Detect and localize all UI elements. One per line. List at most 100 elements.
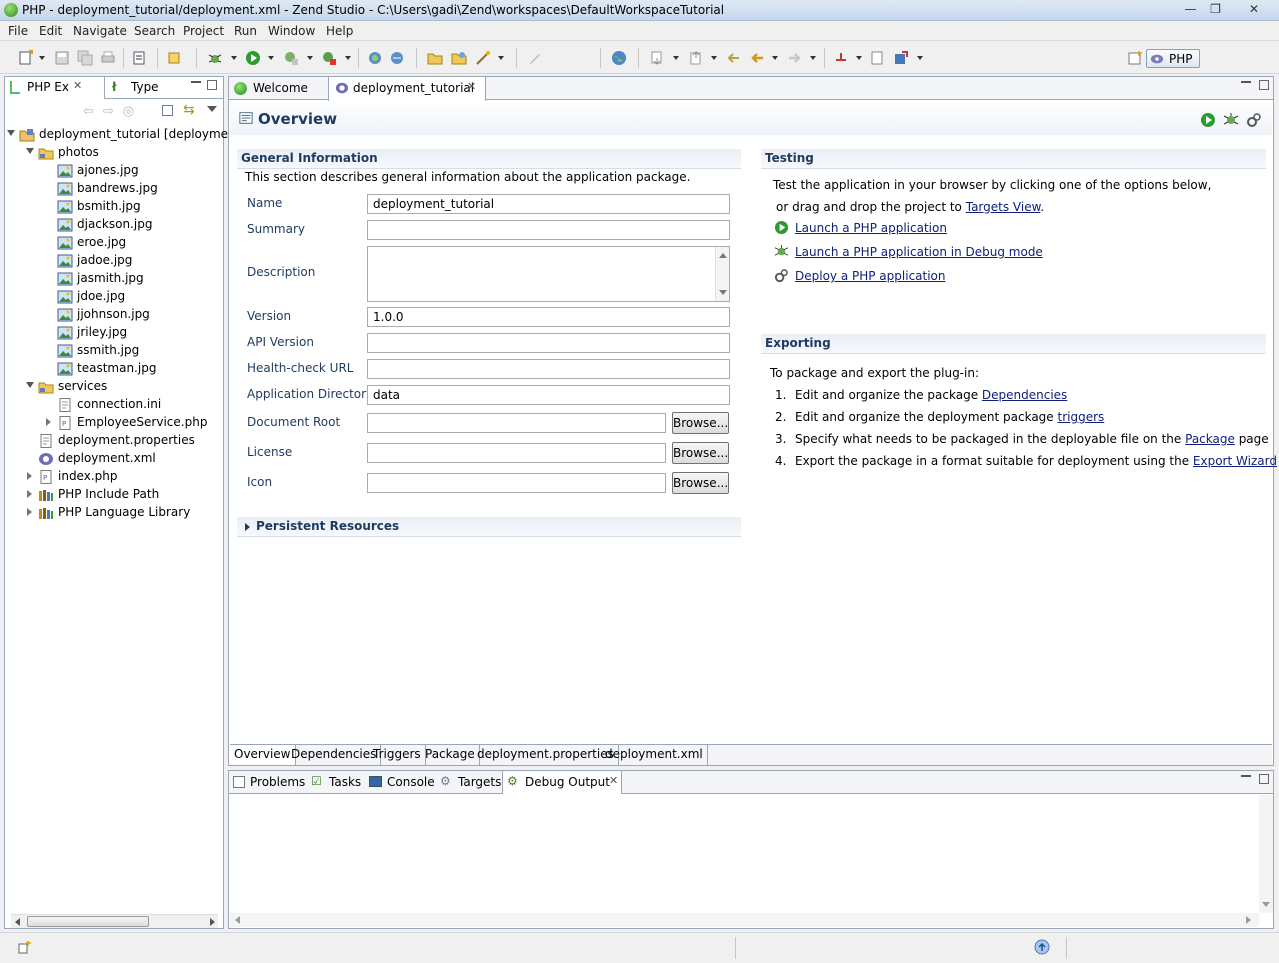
name-input[interactable]: deployment_tutorial: [367, 194, 730, 214]
export-step-link[interactable]: Dependencies: [982, 388, 1067, 402]
deploy-php-application-link[interactable]: Deploy a PHP application: [795, 269, 946, 283]
debug-launch-icon[interactable]: [1223, 112, 1239, 128]
collapse-arrow-icon[interactable]: [26, 382, 34, 388]
scroll-left-arrow-icon[interactable]: [15, 918, 20, 926]
menu-help[interactable]: Help: [326, 24, 353, 38]
update-notification-icon[interactable]: [1034, 939, 1050, 955]
forward-icon[interactable]: [787, 50, 803, 66]
summary-input[interactable]: [367, 220, 730, 240]
save-icon[interactable]: [54, 50, 70, 66]
description-scrollbar[interactable]: [715, 247, 729, 301]
launch-debug-mode-link[interactable]: Launch a PHP application in Debug mode: [795, 245, 1043, 259]
page-tab-deployment-properties[interactable]: deployment.properties: [473, 745, 619, 765]
page-tab-deployment-xml[interactable]: deployment.xml: [601, 745, 708, 765]
debug-url-icon[interactable]: [367, 50, 383, 66]
minimize-button[interactable]: —: [1178, 1, 1203, 18]
horizontal-scrollbar[interactable]: [11, 914, 218, 928]
horizontal-scrollbar[interactable]: [230, 913, 1259, 927]
close-icon[interactable]: ✕: [467, 80, 476, 93]
open-folder-icon[interactable]: [427, 50, 443, 66]
fast-view-icon[interactable]: [16, 939, 32, 955]
minimize-view-icon[interactable]: [1241, 774, 1251, 777]
maximize-view-icon[interactable]: [207, 80, 217, 90]
menu-project[interactable]: Project: [183, 24, 224, 38]
profile-url-icon[interactable]: [389, 50, 405, 66]
deploy-icon[interactable]: [893, 50, 909, 66]
debug-output-area[interactable]: [230, 795, 1260, 910]
export-step-link[interactable]: Package: [1185, 432, 1235, 446]
pin-icon[interactable]: [833, 50, 849, 66]
open-type-icon[interactable]: [166, 50, 182, 66]
close-window-button[interactable]: ✕: [1240, 1, 1268, 18]
debug-icon[interactable]: [207, 50, 223, 66]
application-directory-input[interactable]: data: [367, 385, 730, 405]
license-browse-button[interactable]: Browse...: [672, 442, 729, 464]
document-root-browse-button[interactable]: Browse...: [672, 412, 729, 434]
page-tab-package[interactable]: Package: [421, 745, 480, 765]
minimize-editor-icon[interactable]: [1241, 80, 1251, 83]
expand-arrow-icon[interactable]: [27, 490, 32, 498]
collapse-arrow-icon[interactable]: [7, 130, 15, 136]
tab-problems[interactable]: Problems: [229, 771, 306, 794]
external-tools-icon[interactable]: [321, 50, 337, 66]
scroll-up-arrow-icon[interactable]: [719, 253, 727, 258]
php-perspective-button[interactable]: PHP: [1146, 49, 1200, 68]
tab-php-explorer[interactable]: PHP Ex ✕: [5, 77, 105, 99]
scroll-down-arrow-icon[interactable]: [1262, 902, 1270, 907]
next-annotation-icon[interactable]: [649, 50, 665, 66]
api-version-input[interactable]: [367, 333, 730, 353]
link-with-editor-icon[interactable]: ⇆: [183, 102, 195, 118]
persistent-resources-section[interactable]: Persistent Resources: [237, 517, 741, 537]
vertical-scrollbar[interactable]: [1259, 795, 1273, 913]
open-perspective-icon[interactable]: [1127, 50, 1143, 66]
icon-input[interactable]: [367, 473, 666, 493]
close-icon[interactable]: ✕: [73, 79, 82, 92]
launch-php-application-link[interactable]: Launch a PHP application: [795, 221, 947, 235]
scroll-left-arrow-icon[interactable]: [235, 916, 240, 924]
menu-window[interactable]: Window: [268, 24, 315, 38]
previous-annotation-icon[interactable]: [688, 50, 704, 66]
collapse-all-icon[interactable]: [162, 105, 173, 116]
icon-browse-button[interactable]: Browse...: [672, 472, 729, 494]
tab-console[interactable]: Console: [365, 771, 435, 794]
globe-icon[interactable]: [611, 50, 627, 66]
collapse-arrow-icon[interactable]: [26, 148, 34, 154]
menu-run[interactable]: Run: [234, 24, 257, 38]
page-tab-triggers[interactable]: Triggers: [369, 745, 426, 765]
description-textarea[interactable]: [367, 246, 730, 302]
page-tab-overview[interactable]: Overview: [230, 745, 296, 765]
page-tab-dependencies[interactable]: Dependencies: [287, 745, 382, 765]
scroll-down-arrow-icon[interactable]: [719, 290, 727, 295]
run-icon[interactable]: [245, 50, 261, 66]
new-icon[interactable]: [18, 50, 34, 66]
back-icon[interactable]: [749, 50, 765, 66]
tab-targets[interactable]: ⚙ Targets: [436, 771, 501, 794]
launch-icon[interactable]: [1200, 112, 1216, 128]
tab-deployment-tutorial[interactable]: deployment_tutorial ✕: [328, 77, 486, 101]
profile-icon[interactable]: [283, 50, 299, 66]
expand-arrow-icon[interactable]: [46, 418, 51, 426]
pen-icon[interactable]: [527, 50, 543, 66]
tab-debug-output[interactable]: ⚙ Debug Output ✕: [502, 771, 622, 794]
tab-type-hierarchy[interactable]: ł Type: [106, 77, 186, 99]
menu-search[interactable]: Search: [134, 24, 175, 38]
maximize-editor-icon[interactable]: [1259, 80, 1269, 90]
deploy-gears-icon[interactable]: [1246, 112, 1262, 128]
close-icon[interactable]: ✕: [609, 774, 618, 787]
expand-arrow-icon[interactable]: [245, 523, 250, 531]
tab-tasks[interactable]: ☑ Tasks: [307, 771, 364, 794]
maximize-view-icon[interactable]: [1259, 774, 1269, 784]
new-php-file-icon[interactable]: [131, 50, 147, 66]
maximize-button[interactable]: ❐: [1203, 1, 1228, 18]
persistent-resources-header[interactable]: Persistent Resources: [237, 517, 741, 537]
license-input[interactable]: [367, 443, 666, 463]
scroll-right-arrow-icon[interactable]: [210, 918, 215, 926]
view-menu-icon[interactable]: [207, 106, 217, 112]
menu-edit[interactable]: Edit: [39, 24, 62, 38]
targets-view-link[interactable]: Targets View: [966, 200, 1041, 214]
minimize-view-icon[interactable]: [191, 80, 201, 83]
menu-navigate[interactable]: Navigate: [73, 24, 127, 38]
version-input[interactable]: 1.0.0: [367, 307, 730, 327]
export-step-link[interactable]: triggers: [1058, 410, 1105, 424]
export-step-link[interactable]: Export Wizard: [1193, 454, 1277, 468]
